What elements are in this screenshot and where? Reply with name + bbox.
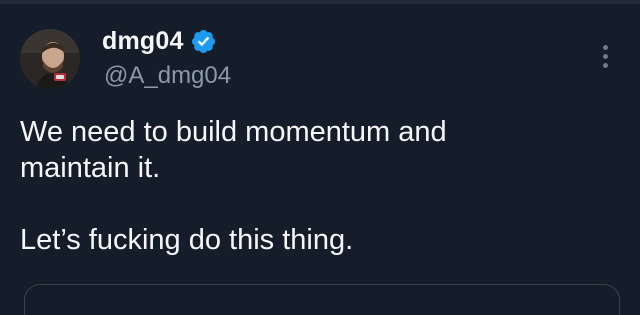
more-dot	[602, 53, 608, 59]
author-name-row: dmg04	[102, 26, 217, 56]
tweet-line: We need to build momentum and	[20, 116, 447, 148]
top-divider	[0, 0, 640, 4]
author-handle[interactable]: @A_dmg04	[104, 62, 231, 90]
avatar[interactable]	[20, 29, 80, 89]
tweet-text: We need to build momentum and maintain i…	[20, 114, 620, 258]
tweet-line: Let’s fucking do this thing.	[20, 224, 354, 256]
more-options-icon[interactable]	[593, 40, 617, 72]
display-name[interactable]: dmg04	[102, 27, 184, 56]
verified-badge-icon	[190, 28, 217, 55]
embedded-card[interactable]	[24, 284, 620, 315]
tweet-line: maintain it.	[20, 152, 161, 184]
avatar-photo	[20, 29, 80, 89]
more-dot	[602, 62, 608, 68]
more-dot	[602, 44, 608, 50]
